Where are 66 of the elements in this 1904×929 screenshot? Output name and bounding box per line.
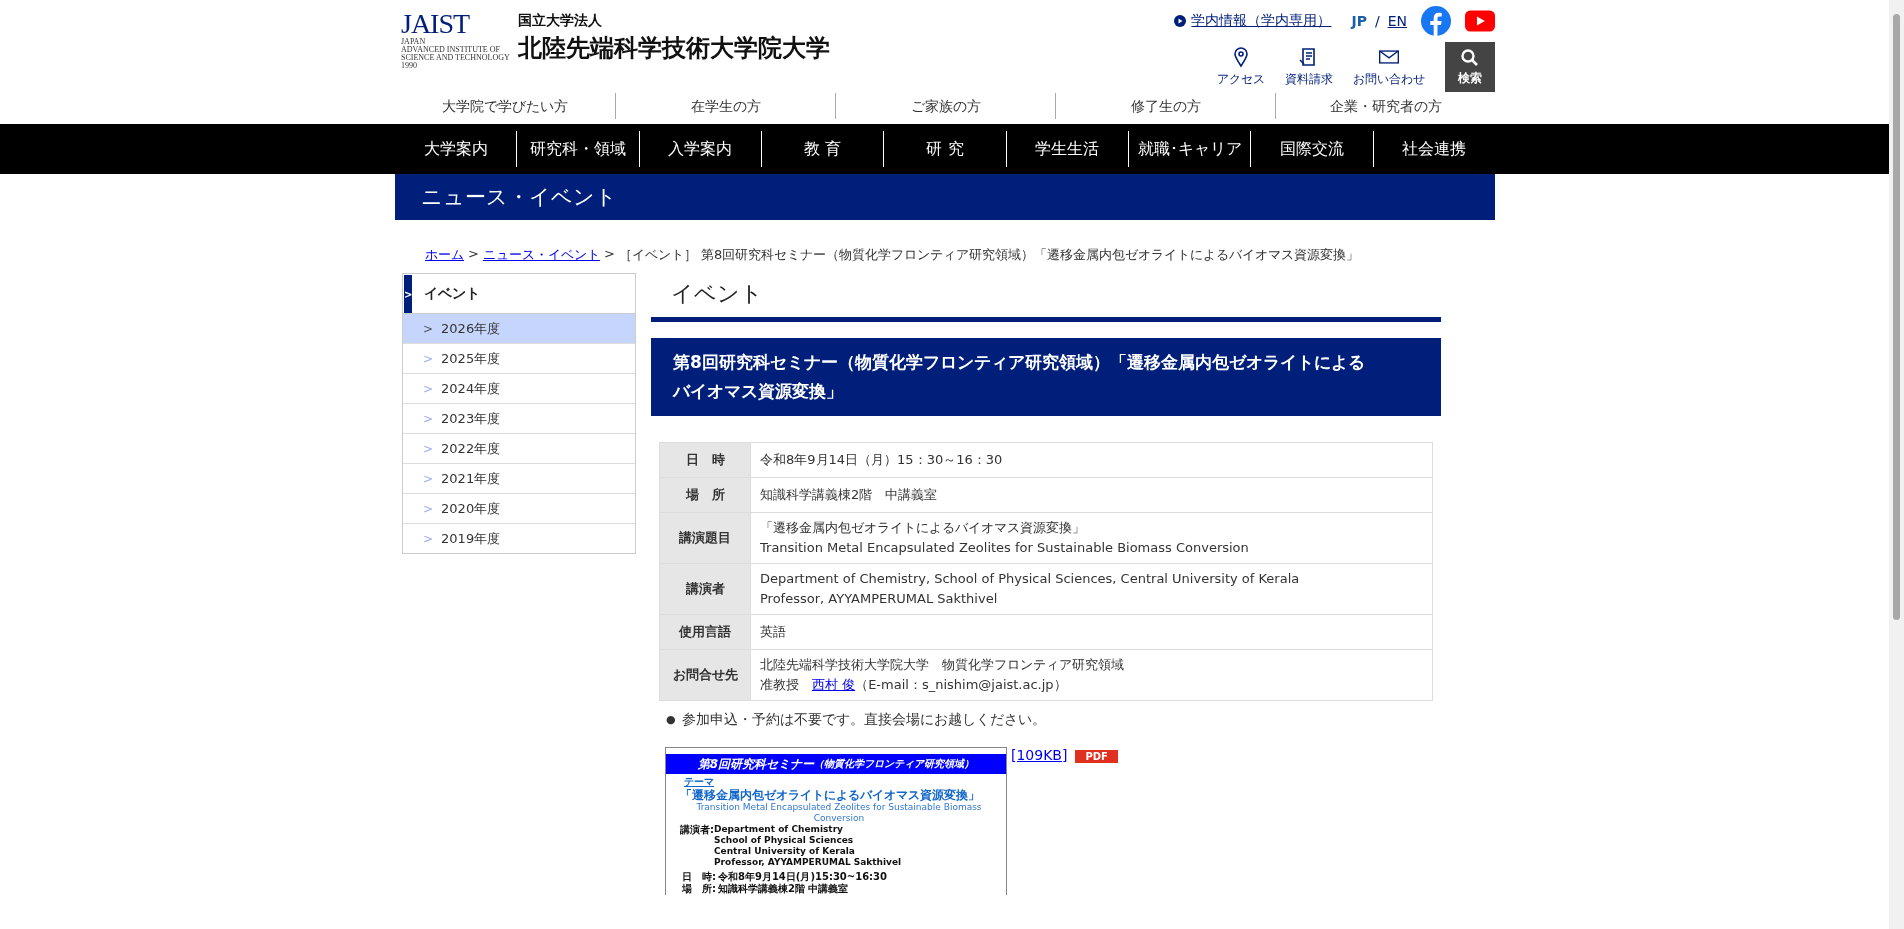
main-nav-link[interactable]: 教 育 bbox=[761, 131, 884, 167]
audience-nav-link[interactable]: 大学院で学びたい方 bbox=[395, 93, 615, 119]
utility-link[interactable]: お問い合わせ bbox=[1353, 46, 1425, 88]
university-type: 国立大学法人 bbox=[517, 12, 603, 30]
main-nav-link[interactable]: 入学案内 bbox=[638, 131, 761, 167]
table-cell: Department of Chemistry, School of Physical Sciences, Central University of Kerala Professor, AYYAMPERUMAL Sakthivel bbox=[750, 563, 1433, 615]
table-header-cell: 講演者 bbox=[659, 563, 751, 615]
table-header-cell: お問合せ先 bbox=[659, 649, 751, 701]
note-text: 参加申込・予約は不要です。直接会場にお越しください。 bbox=[681, 711, 1046, 729]
main-nav-link[interactable]: 学生生活 bbox=[1005, 131, 1128, 167]
utility-link[interactable]: 資料請求 bbox=[1285, 46, 1333, 88]
table-header-cell: 日 時 bbox=[659, 442, 751, 478]
table-header-cell: 使用言語 bbox=[659, 614, 751, 650]
table-header-cell: 場 所 bbox=[659, 477, 751, 513]
main-nav-link[interactable]: 就職･キャリア bbox=[1127, 131, 1251, 167]
sidebar-title: イベント bbox=[423, 284, 480, 303]
internal-info-link[interactable]: 学内情報（学内専用） bbox=[1174, 12, 1332, 30]
audience-nav-link[interactable]: 在学生の方 bbox=[615, 93, 835, 119]
file-size-link[interactable]: [109KB] bbox=[1011, 747, 1068, 763]
audience-nav-link[interactable]: 企業・研究者の方 bbox=[1275, 93, 1495, 119]
sidebar-item[interactable]: > 2025年度 bbox=[403, 343, 635, 373]
sidebar-item[interactable]: > 2026年度 bbox=[403, 314, 635, 343]
sidebar-item[interactable]: > 2021年度 bbox=[403, 463, 635, 493]
breadcrumb-link[interactable]: ニュース・イベント bbox=[482, 246, 600, 268]
bullet-icon: ● bbox=[666, 711, 676, 729]
pdf-badge: PDF bbox=[1075, 750, 1118, 763]
scrollbar[interactable] bbox=[1889, 0, 1904, 929]
breadcrumb-separator: > bbox=[603, 246, 615, 263]
search-button[interactable]: 検索 bbox=[1445, 42, 1495, 92]
language-divider: / bbox=[1374, 13, 1380, 29]
article-title: 第8回研究科セミナー（物質化学フロンティア研究領域）「遷移金属内包ゼオライトによるバイオマス資源変換」 bbox=[651, 338, 1441, 416]
contact-person-link[interactable]: 西村 俊 bbox=[812, 677, 856, 692]
table-cell: 令和8年9月14日（月）15：30～16：30 bbox=[750, 442, 1433, 478]
main-nav-link[interactable]: 大学案内 bbox=[395, 131, 517, 167]
section-banner: ニュース・イベント bbox=[395, 174, 1495, 220]
audience-nav-link[interactable]: ご家族の方 bbox=[835, 93, 1055, 119]
table-cell: 英語 bbox=[750, 614, 1433, 650]
sidebar-item[interactable]: > 2024年度 bbox=[403, 373, 635, 403]
breadcrumb-link[interactable]: ホーム bbox=[425, 246, 464, 268]
jaist-logo[interactable]: JAIST JAPAN ADVANCED INSTITUTE OF SCIENCE AND TECHNOLOGY 1990 bbox=[395, 10, 510, 90]
utility-link[interactable]: アクセス bbox=[1217, 46, 1265, 88]
breadcrumb-current: ［イベント］ 第8回研究科セミナー（物質化学フロンティア研究領域）「遷移金属内包ゼオライトによるバイオマス資源変換」 bbox=[618, 246, 1360, 264]
play-icon bbox=[1174, 15, 1187, 27]
university-name: 北陸先端科学技術大学院大学 bbox=[517, 33, 830, 64]
table-cell: 北陸先端科学技術大学院大学 物質化学フロンティア研究領域 准教授 西村 俊（E-mail：s_nishim@jaist.ac.jp） bbox=[750, 649, 1433, 701]
facebook-icon[interactable] bbox=[1421, 6, 1451, 36]
sidebar-item[interactable]: > 2022年度 bbox=[403, 433, 635, 463]
youtube-icon[interactable] bbox=[1465, 10, 1495, 32]
sidebar-item[interactable]: > 2023年度 bbox=[403, 403, 635, 433]
poster-thumbnail[interactable]: 第8回研究科セミナー（物質化学フロンティア研究領域） テーマ 「遷移金属内包ゼオライトによるバイオマス資源変換」 Transition Metal Encapsulated Zeolites for Sustainable Biomass Conversion 講演者:Department of Chemistry School of Physical Sciences Central University of Kerala Professor, AYYAMPERUMAL Sakthivel 日 時: 令和8年9月14日(月)15:30~16:30 場 所: 知識科学講義棟2階 中講義室 bbox=[665, 747, 1007, 895]
main-nav-link[interactable]: 社会連携 bbox=[1372, 131, 1495, 167]
language-link[interactable]: EN bbox=[1387, 13, 1407, 29]
main-nav-link[interactable]: 研究科・領域 bbox=[516, 131, 639, 167]
main-nav-link[interactable]: 研 究 bbox=[883, 131, 1006, 167]
table-header-cell: 講演題目 bbox=[659, 512, 751, 564]
language-link[interactable]: JP bbox=[1351, 13, 1367, 29]
table-cell: 知識科学講義棟2階 中講義室 bbox=[750, 477, 1433, 513]
main-nav-link[interactable]: 国際交流 bbox=[1250, 131, 1373, 167]
category-heading: イベント bbox=[651, 273, 1441, 322]
breadcrumb-separator: > bbox=[468, 246, 479, 263]
sidebar-item[interactable]: > 2019年度 bbox=[403, 523, 635, 553]
table-cell: 「遷移金属内包ゼオライトによるバイオマス資源変換」 Transition Metal Encapsulated Zeolites for Sustainable Biomass Conversion bbox=[750, 512, 1433, 564]
search-icon bbox=[1460, 47, 1480, 68]
sidebar-item[interactable]: > 2020年度 bbox=[403, 493, 635, 523]
sidebar-marker: > bbox=[404, 275, 412, 313]
audience-nav-link[interactable]: 修了生の方 bbox=[1055, 93, 1275, 119]
